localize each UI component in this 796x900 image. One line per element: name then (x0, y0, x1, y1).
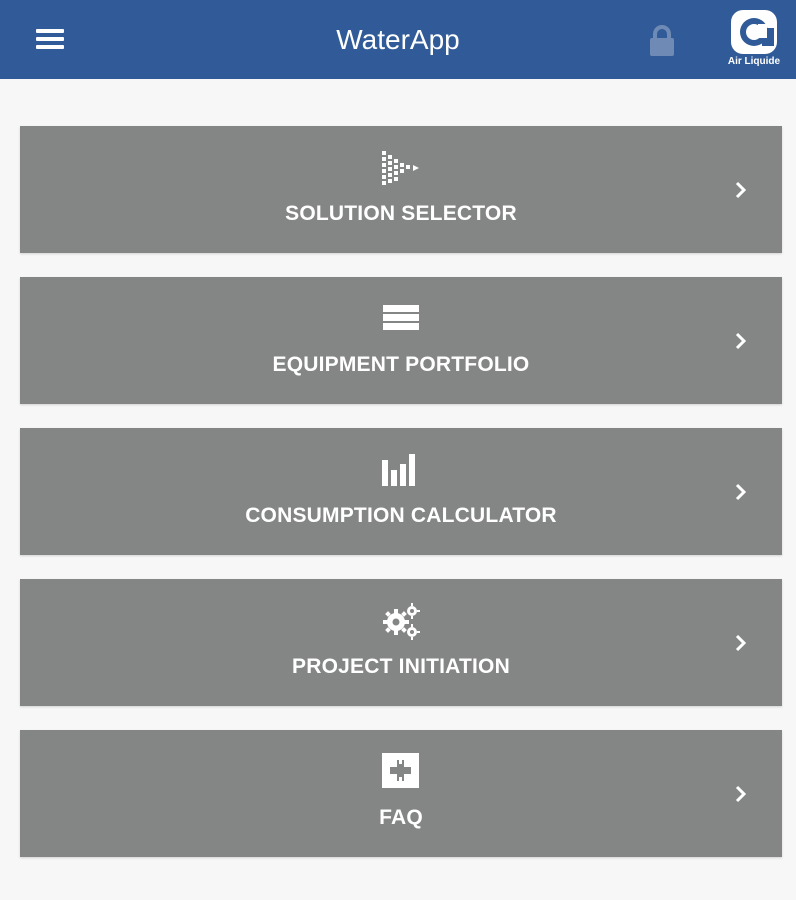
first-aid-plus-icon (381, 752, 421, 792)
menu-card-project-initiation[interactable]: PROJECT INITIATION (20, 579, 782, 706)
air-liquide-logo: Air Liquide (722, 6, 786, 72)
logo-mark-icon (731, 10, 777, 54)
menu-card-consumption-calculator[interactable]: CONSUMPTION CALCULATOR (20, 428, 782, 555)
menu-card-label: FAQ (379, 806, 423, 829)
hamburger-line (36, 45, 64, 49)
lock-icon[interactable] (646, 23, 678, 57)
menu-card-label: PROJECT INITIATION (292, 655, 510, 678)
chevron-right-icon (732, 178, 750, 202)
bar-chart-icon (381, 450, 421, 490)
chevron-right-icon (732, 782, 750, 806)
gears-icon (381, 601, 421, 641)
chevron-right-icon (732, 480, 750, 504)
menu-card-equipment-portfolio[interactable]: EQUIPMENT PORTFOLIO (20, 277, 782, 404)
hamburger-line (36, 29, 64, 33)
menu-card-label: EQUIPMENT PORTFOLIO (272, 353, 530, 376)
menu-card-solution-selector[interactable]: SOLUTION SELECTOR (20, 126, 782, 253)
stacked-layers-icon (381, 299, 421, 339)
chevron-right-icon (732, 631, 750, 655)
chevron-right-icon (732, 329, 750, 353)
logo-text: Air Liquide (727, 56, 781, 67)
hamburger-menu-button[interactable] (28, 20, 72, 60)
menu-card-label: CONSUMPTION CALCULATOR (245, 504, 557, 527)
menu-card-label: SOLUTION SELECTOR (285, 202, 517, 225)
hamburger-line (36, 37, 64, 41)
main-menu-list: SOLUTION SELECTOR EQUIPMENT PORTFOLIO CO… (20, 126, 782, 881)
top-app-bar: WaterApp Air Liquide (0, 0, 796, 79)
funnel-triangle-icon (381, 148, 421, 188)
menu-card-faq[interactable]: FAQ (20, 730, 782, 857)
